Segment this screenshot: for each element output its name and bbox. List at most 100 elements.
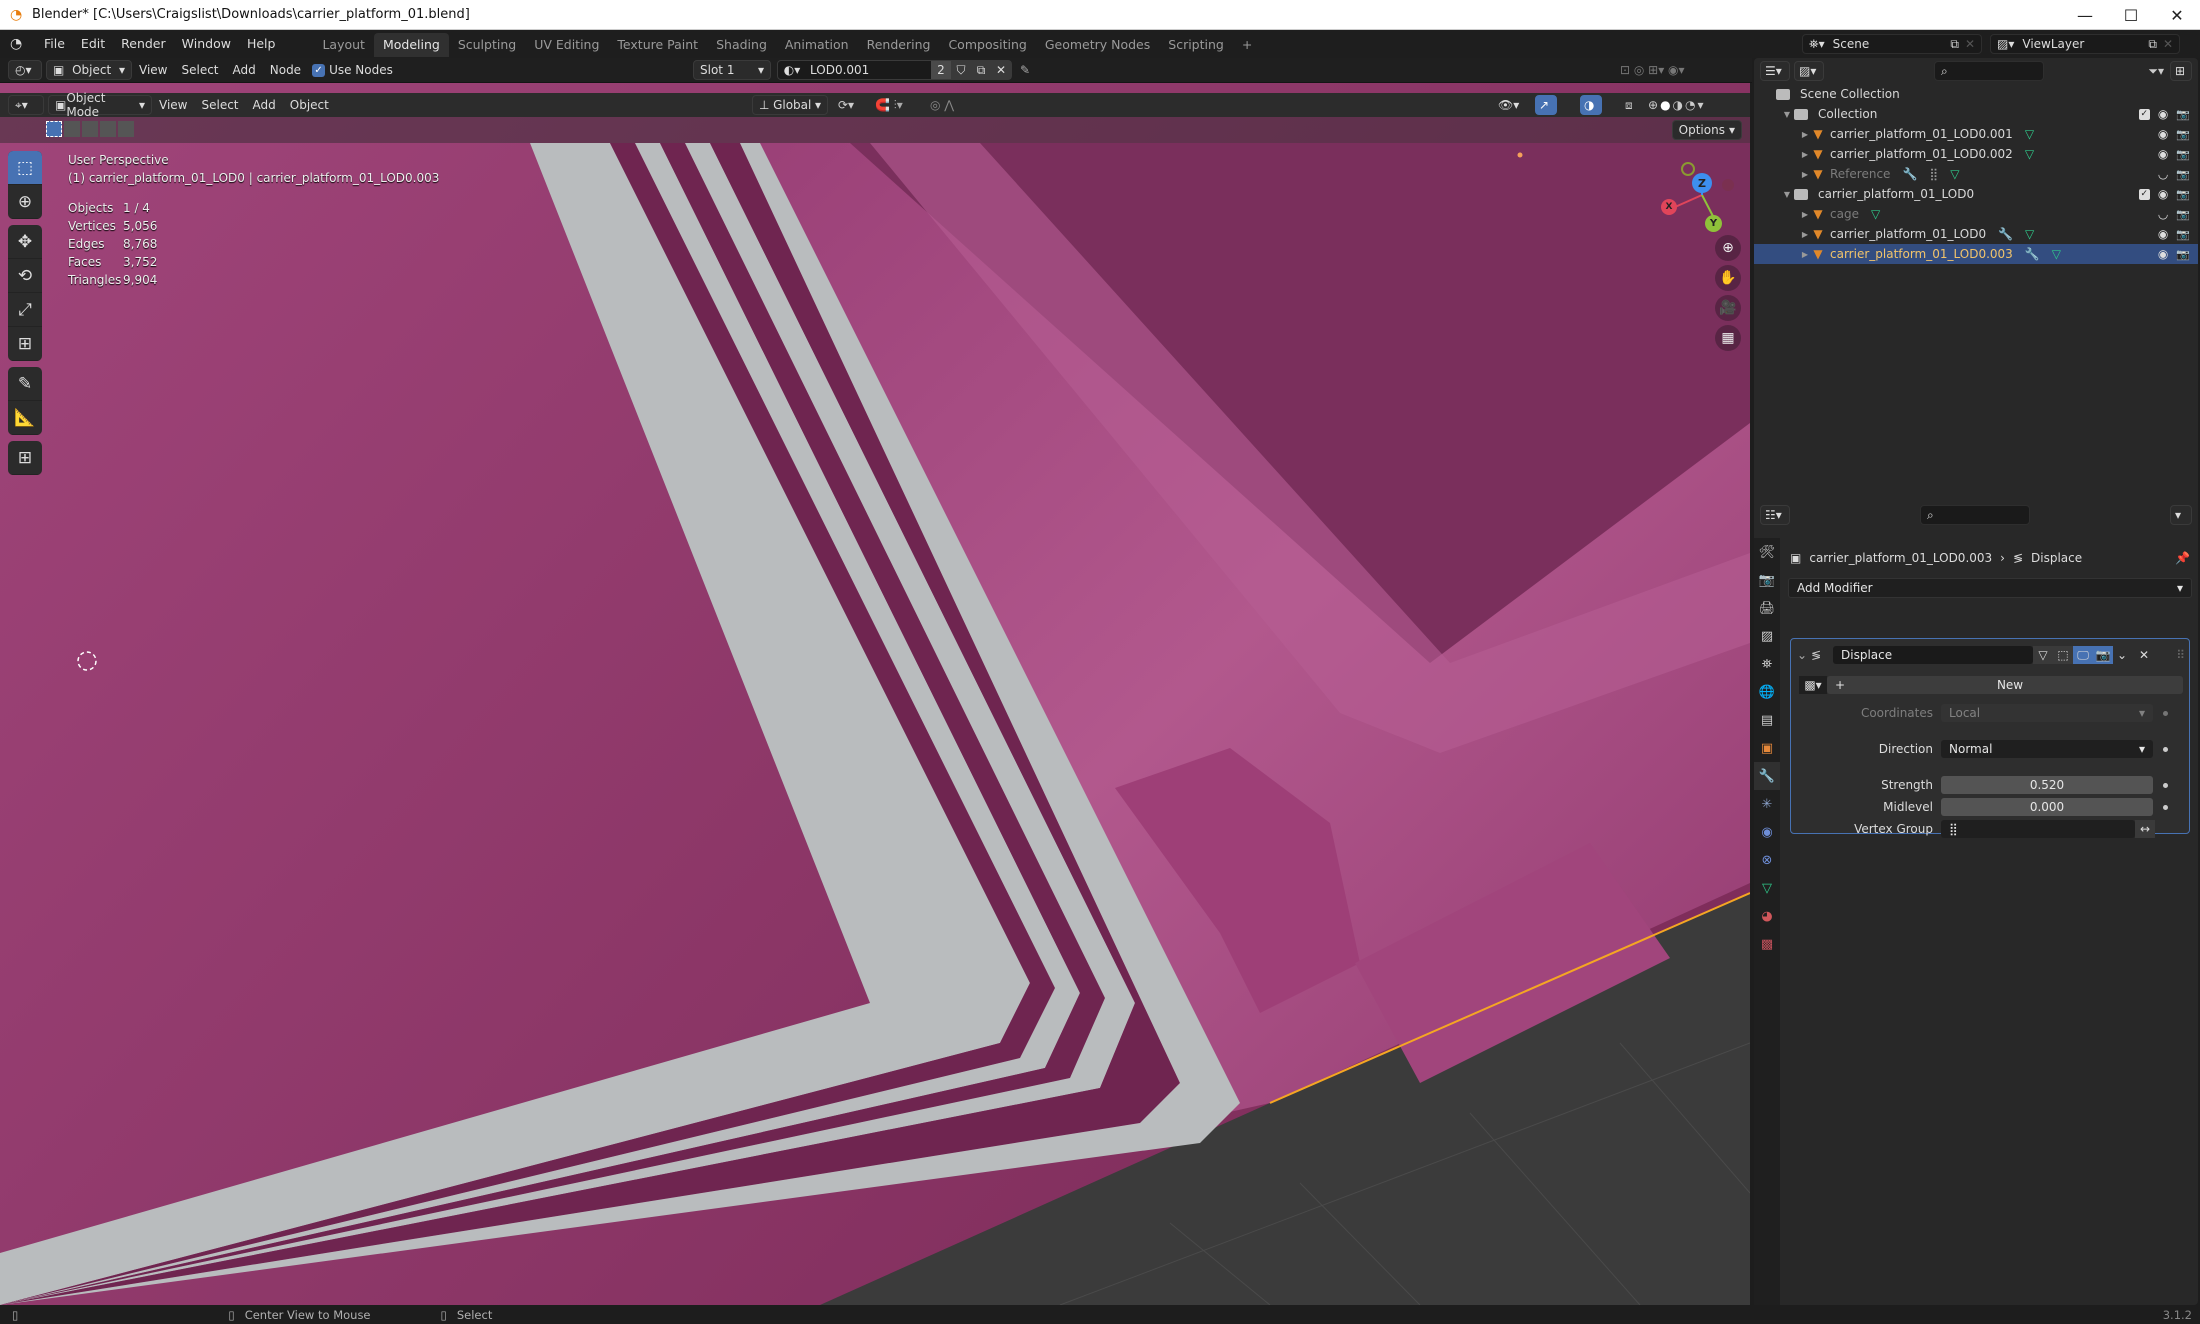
selectability-icon[interactable]: 👁▾	[1498, 98, 1519, 112]
render-camera-icon[interactable]: 📷	[2176, 148, 2190, 161]
add-cube-tool[interactable]: ⊞	[8, 441, 42, 475]
filter-type-dropdown[interactable]: ▨▾	[1794, 61, 1824, 81]
scene-selector[interactable]: ⛯▾ Scene ⧉ ✕	[1802, 34, 1982, 54]
slot-dropdown[interactable]: Slot 1 ▾	[693, 60, 771, 80]
proportional-edit-icon[interactable]: ◎ ⋀	[930, 98, 954, 112]
outliner-item[interactable]: ▶ ▼ carrier_platform_01_LOD0 🔧 ▽ ◉ 📷	[1754, 224, 2198, 244]
fake-user-shield-icon[interactable]: ⛉	[951, 61, 971, 79]
eye-closed-icon[interactable]: ◡	[2158, 167, 2168, 181]
properties-tab-material[interactable]: ◕	[1754, 902, 1780, 930]
add-workspace-button[interactable]: +	[1233, 33, 1261, 57]
outliner-item[interactable]: ▼ Collection ✓ ◉ 📷	[1754, 104, 2198, 124]
expand-down-icon[interactable]: ▼	[1782, 110, 1792, 119]
outliner-item[interactable]: ▶ ▼ cage ▽ ◡ 📷	[1754, 204, 2198, 224]
move-tool[interactable]: ✥	[8, 225, 42, 259]
render-camera-icon[interactable]: 📷	[2176, 228, 2190, 241]
perspective-toggle-button[interactable]: ▦	[1715, 325, 1741, 351]
properties-tab-output[interactable]: 🖨	[1754, 594, 1780, 622]
select-new-icon[interactable]	[46, 121, 62, 137]
cursor-tool[interactable]: ⊕	[8, 185, 42, 219]
rotate-tool[interactable]: ⟲	[8, 259, 42, 293]
menu-node[interactable]: Node	[263, 63, 308, 77]
gizmo-y-axis[interactable]: Y	[1705, 215, 1722, 232]
modifier-name-field[interactable]: Displace	[1833, 646, 2033, 664]
render-camera-icon[interactable]: 📷	[2176, 208, 2190, 221]
menu-select[interactable]: Select	[174, 63, 225, 77]
properties-tab-tool[interactable]: 🛠	[1754, 538, 1780, 566]
properties-options-dropdown[interactable]: ▾	[2170, 505, 2192, 525]
menu-edit[interactable]: Edit	[73, 30, 113, 58]
zoom-view-button[interactable]: ⊕	[1715, 235, 1741, 261]
exclude-checkbox[interactable]: ✓	[2138, 188, 2150, 200]
viewport-menu-object[interactable]: Object	[283, 98, 336, 112]
properties-tab-world[interactable]: 🌐	[1754, 678, 1780, 706]
outliner-item[interactable]: ▼ carrier_platform_01_LOD0 ✓ ◉ 📷	[1754, 184, 2198, 204]
eye-icon[interactable]: ◉	[2158, 227, 2168, 241]
properties-editor-type[interactable]: ☷▾	[1760, 505, 1790, 525]
midlevel-field[interactable]: 0.000	[1941, 798, 2153, 816]
tab-shading[interactable]: Shading	[707, 33, 776, 57]
3d-viewport[interactable]: ⌖▾ ▣ Object Mode ▾ View Select Add Objec…	[0, 83, 1750, 1305]
expand-right-icon[interactable]: ▶	[1800, 150, 1810, 159]
expand-right-icon[interactable]: ▶	[1800, 170, 1810, 179]
eye-icon[interactable]: ◉	[2158, 247, 2168, 261]
vertex-group-icon[interactable]: ⣿	[1929, 167, 1938, 181]
tab-sculpting[interactable]: Sculpting	[449, 33, 525, 57]
mesh-data-icon[interactable]: ▽	[1950, 167, 1959, 181]
scale-tool[interactable]: ⤢	[8, 293, 42, 327]
properties-tab-data[interactable]: ▽	[1754, 874, 1780, 902]
eye-icon[interactable]: ◉	[2158, 187, 2168, 201]
tab-texture-paint[interactable]: Texture Paint	[608, 33, 707, 57]
exclude-checkbox[interactable]: ✓	[2138, 108, 2150, 120]
coordinates-dropdown[interactable]: Local ▾	[1941, 704, 2153, 722]
render-camera-icon[interactable]: 📷	[2176, 168, 2190, 181]
expand-right-icon[interactable]: ▶	[1800, 210, 1810, 219]
close-button[interactable]: ✕	[2154, 0, 2200, 30]
expand-right-icon[interactable]: ▶	[1800, 250, 1810, 259]
viewport-menu-view[interactable]: View	[152, 98, 194, 112]
transform-orientation-dropdown[interactable]: ⊥ Global ▾	[752, 95, 828, 115]
properties-tab-modifiers[interactable]: 🔧	[1754, 762, 1780, 790]
measure-tool[interactable]: 📐	[8, 401, 42, 435]
keyframe-dot-icon[interactable]	[2163, 804, 2168, 810]
select-invert-icon[interactable]	[100, 121, 116, 137]
filter-icon[interactable]: ⏷▾	[2148, 64, 2164, 79]
render-camera-icon[interactable]: 📷	[2176, 248, 2190, 261]
new-scene-icon[interactable]: ⧉	[1950, 37, 1959, 52]
menu-window[interactable]: Window	[174, 30, 239, 58]
overlays-toggle-button[interactable]: ◑	[1580, 95, 1602, 115]
material-selector[interactable]: ◐▾ LOD0.001 2 ⛉ ⧉ ✕	[777, 60, 1012, 80]
view-layer-selector[interactable]: ▨▾ ViewLayer ⧉ ✕	[1990, 34, 2180, 54]
tab-compositing[interactable]: Compositing	[939, 33, 1035, 57]
new-collection-button[interactable]: ⊞	[2170, 61, 2192, 81]
gizmo-toggle-button[interactable]: ↗	[1535, 95, 1557, 115]
properties-tab-scene[interactable]: ⛯	[1754, 650, 1780, 678]
modifier-wrench-icon[interactable]: 🔧	[2025, 247, 2040, 261]
tab-modeling[interactable]: Modeling	[373, 33, 449, 57]
menu-help[interactable]: Help	[239, 30, 284, 58]
mesh-data-icon[interactable]: ▽	[2025, 127, 2034, 141]
tab-geometry-nodes[interactable]: Geometry Nodes	[1036, 33, 1159, 57]
tab-uv-editing[interactable]: UV Editing	[525, 33, 608, 57]
outliner-search-input[interactable]: ⌕	[1934, 61, 2044, 81]
expand-right-icon[interactable]: ▶	[1800, 130, 1810, 139]
editor-type-button[interactable]: ◴▾	[8, 60, 42, 80]
minimize-button[interactable]: —	[2062, 0, 2108, 30]
modifier-wrench-icon[interactable]: 🔧	[1902, 167, 1917, 181]
properties-tab-constraints[interactable]: ⊗	[1754, 846, 1780, 874]
xray-toggle-icon[interactable]: ⧈	[1625, 98, 1633, 113]
select-box-tool[interactable]: ⬚	[8, 151, 42, 185]
transform-tool[interactable]: ⊞	[8, 327, 42, 361]
annotate-tool[interactable]: ✎	[8, 367, 42, 401]
eye-icon[interactable]: ◉	[2158, 107, 2168, 121]
eye-closed-icon[interactable]: ◡	[2158, 207, 2168, 221]
cage-toggle-icon[interactable]: ⬚	[2053, 646, 2073, 664]
eye-icon[interactable]: ◉	[2158, 147, 2168, 161]
object-type-dropdown[interactable]: ▣ Object ▾	[46, 60, 132, 80]
add-modifier-dropdown[interactable]: Add Modifier ▾	[1788, 578, 2192, 598]
render-toggle-icon[interactable]: 📷	[2093, 646, 2113, 664]
expand-down-icon[interactable]: ▼	[1782, 190, 1792, 199]
camera-view-button[interactable]: 🎥	[1715, 295, 1741, 321]
edit-mode-toggle-icon[interactable]: ▽	[2033, 646, 2053, 664]
direction-dropdown[interactable]: Normal ▾	[1941, 740, 2153, 758]
